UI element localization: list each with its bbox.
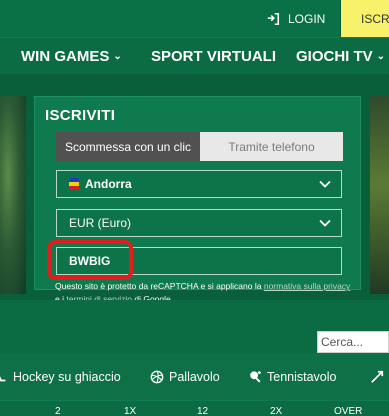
privacy-link[interactable]: normativa sulla privacy [264,281,350,291]
chevron-down-icon: ⌄ [376,51,386,62]
country-select[interactable]: Andorra [56,170,342,198]
sport-icon [371,370,384,383]
registration-title: ISCRIVITI [45,107,116,124]
odds-column-header: 12 [197,406,209,416]
sport-label: Hockey su ghiaccio [13,369,121,384]
nav-item-sport-virtuali[interactable]: SPORT VIRTUALI [151,38,276,75]
andorra-flag-icon [69,178,79,190]
login-button[interactable]: LOGIN [258,0,340,37]
sport-label: Pallavolo [169,369,220,384]
volleyball-icon [150,370,164,383]
sports-bar: Hockey su ghiaccio Pallavolo Tennistavol… [0,353,389,400]
chevron-down-icon [319,219,331,227]
sport-item-more[interactable] [370,353,384,400]
odds-column-header: 2X [270,406,283,416]
tab-phone[interactable]: Tramite telefono [200,132,343,161]
sport-label: Tennistavolo [267,369,337,384]
hero-image-left [0,96,26,294]
odds-header: 2 1X 12 2X OVER [0,400,389,416]
register-label: ISCRI [361,11,389,26]
sport-item-table-tennis[interactable]: Tennistavolo [248,353,337,400]
currency-select[interactable]: EUR (Euro) [56,209,342,237]
hockey-icon [0,375,6,381]
hero-image-right [370,96,389,294]
nav-item-giochi-tv[interactable]: GIOCHI TV ⌄ [296,38,385,75]
odds-column-header: OVER [334,406,363,416]
login-label: LOGIN [288,11,326,26]
nav-item-label: GIOCHI TV [296,48,373,65]
tab-one-click[interactable]: Scommessa con un clic [56,132,200,161]
nav-item-win-games[interactable]: WIN GAMES ⌄ [21,38,122,75]
chevron-down-icon [319,180,331,188]
currency-value: EUR (Euro) [69,216,132,230]
sport-item-volleyball[interactable]: Pallavolo [150,353,220,400]
odds-column-header: 1X [124,406,137,416]
main-nav: WIN GAMES ⌄ SPORT VIRTUALI GIOCHI TV ⌄ [0,37,389,74]
nav-item-label: SPORT VIRTUALI [151,48,277,65]
country-value: Andorra [85,177,132,191]
odds-column-header: 2 [55,406,61,416]
captcha-text: Questo sito è protetto da reCAPTCHA e si… [55,281,264,291]
table-tennis-icon [250,370,261,382]
search-input[interactable]: Cerca... [317,331,389,353]
login-icon [267,12,280,25]
nav-item-label: WIN GAMES [21,48,110,65]
sport-item-hockey[interactable]: Hockey su ghiaccio [0,353,121,400]
promo-code-highlight [47,240,133,280]
chevron-down-icon: ⌄ [113,51,122,62]
register-button[interactable]: ISCRI [341,0,389,37]
top-bar: LOGIN ISCRI [0,0,389,37]
